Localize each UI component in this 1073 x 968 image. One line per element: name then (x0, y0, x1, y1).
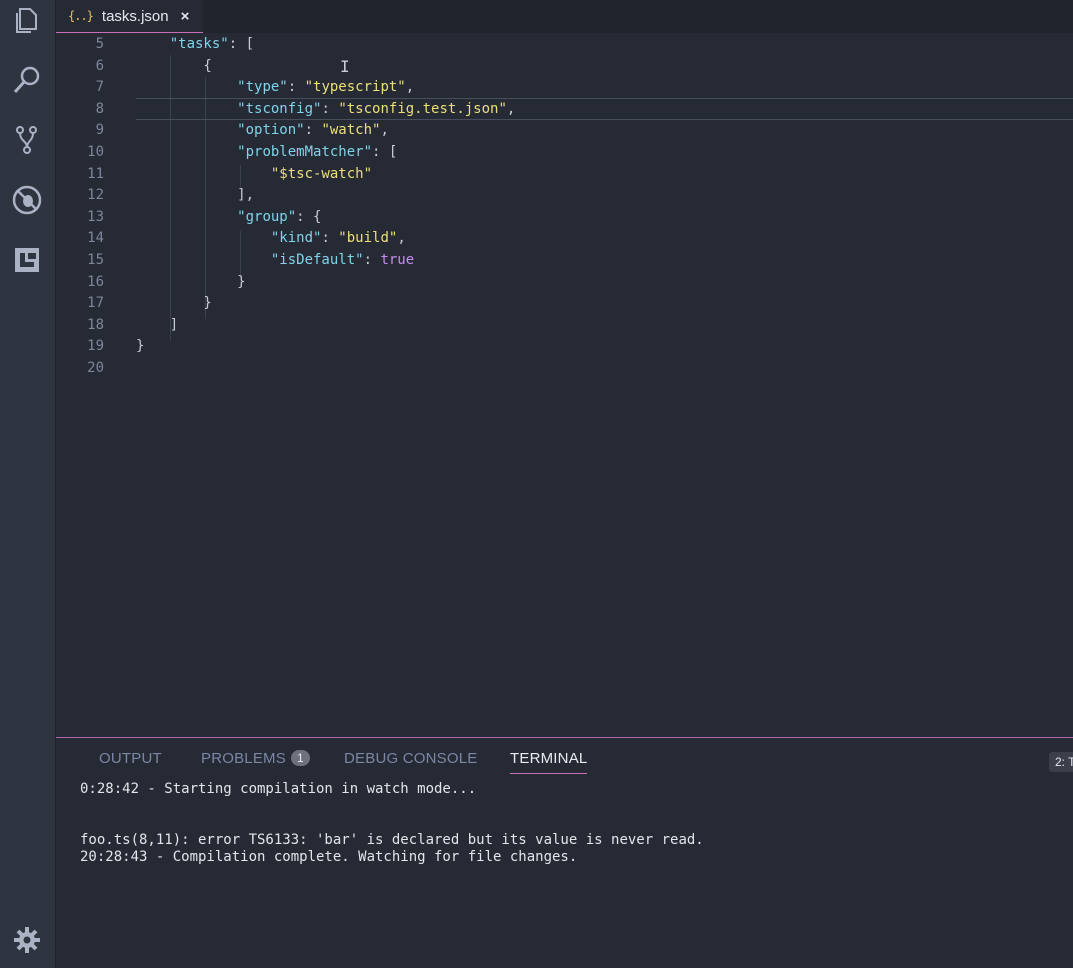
json-file-icon: {..} (68, 9, 94, 23)
line-number: 12 (87, 187, 104, 204)
code-line[interactable]: 6 { (56, 55, 1073, 77)
tab-output-label: OUTPUT (99, 750, 162, 767)
code-text: "$tsc-watch" (270, 165, 373, 182)
line-number: 14 (87, 230, 104, 247)
code-text: ], (136, 187, 255, 204)
line-number: 17 (87, 295, 104, 312)
code-line[interactable]: 7 "type": "typescript", (56, 76, 1073, 98)
line-number: 20 (87, 360, 104, 376)
code-text: } (136, 338, 145, 355)
line-number: 19 (87, 338, 104, 355)
bottom-panel: OUTPUT PROBLEMS 1 DEBUG CONSOLE TERMINAL … (56, 737, 1073, 968)
activity-bar (0, 0, 56, 968)
close-icon[interactable]: × (181, 8, 190, 25)
code-text: } (136, 273, 246, 290)
line-number: 10 (87, 144, 104, 160)
line-number: 8 (95, 100, 104, 117)
terminal-line: foo.ts(8,11): error TS6133: 'bar' is dec… (80, 832, 704, 848)
code-line[interactable]: 18 ] (56, 314, 1073, 336)
terminal-line: 0:28:42 - Starting compilation in watch … (80, 781, 477, 797)
code-line[interactable]: 20 (56, 357, 1073, 379)
tab-terminal-label: TERMINAL (510, 750, 588, 767)
code-line[interactable]: 17 } (56, 292, 1073, 314)
code-text: "tsconfig": "tsconfig.test.json", (237, 100, 516, 117)
code-text: } (136, 295, 212, 312)
line-number: 9 (95, 122, 104, 139)
code-text: "option": "watch", (237, 122, 389, 139)
line-number: 15 (87, 252, 104, 268)
code-text: "type": "typescript", (237, 79, 415, 96)
tab-debug-console[interactable]: DEBUG CONSOLE (344, 750, 477, 767)
gear-icon[interactable] (10, 923, 44, 957)
tab-problems[interactable]: PROBLEMS 1 (201, 750, 310, 767)
editor-tab-strip: {..} tasks.json × (56, 0, 1073, 33)
line-number: 6 (95, 57, 104, 74)
terminal-select-dropdown[interactable]: 2: T (1049, 752, 1073, 772)
tab-debug-console-label: DEBUG CONSOLE (344, 750, 478, 767)
problems-count-badge: 1 (290, 750, 310, 766)
code-line[interactable]: 16 } (56, 271, 1073, 293)
line-number: 7 (95, 79, 104, 96)
extensions-icon[interactable] (10, 243, 44, 277)
code-text: "kind": "build", (270, 230, 406, 247)
code-line[interactable]: 13 "group": { (56, 206, 1073, 228)
code-text: "tasks": [ (169, 36, 255, 52)
line-number: 18 (87, 316, 104, 333)
source-control-icon[interactable] (10, 123, 44, 157)
code-line[interactable]: 12 ], (56, 184, 1073, 206)
code-editor[interactable]: I 5 "tasks": [6 {7 "type": "typescript",… (56, 33, 1073, 737)
tab-problems-label: PROBLEMS (201, 750, 286, 767)
tab-output[interactable]: OUTPUT (99, 750, 162, 767)
tab-tasks-json[interactable]: {..} tasks.json × (56, 0, 203, 33)
tab-label: tasks.json (101, 7, 169, 25)
code-text: ] (136, 316, 179, 333)
code-line[interactable]: 9 "option": "watch", (56, 119, 1073, 141)
line-number: 16 (87, 273, 104, 290)
tab-terminal[interactable]: TERMINAL (510, 750, 588, 774)
code-line[interactable]: 10 "problemMatcher": [ (56, 141, 1073, 163)
code-text: { (136, 57, 212, 74)
line-number: 13 (87, 208, 104, 225)
code-line[interactable]: 15 "isDefault": true (56, 249, 1073, 271)
search-icon[interactable] (10, 63, 44, 97)
code-text: "problemMatcher": [ (237, 144, 398, 160)
line-number: 11 (87, 165, 104, 182)
code-line[interactable]: 19} (56, 335, 1073, 357)
code-line[interactable]: 5 "tasks": [ (56, 33, 1073, 55)
debug-icon[interactable] (10, 183, 44, 217)
code-line[interactable]: 8 "tsconfig": "tsconfig.test.json", (96, 97, 1073, 120)
explorer-icon[interactable] (10, 3, 44, 37)
code-text: "group": { (237, 208, 322, 225)
code-line[interactable]: 14 "kind": "build", (56, 227, 1073, 249)
line-number: 5 (95, 36, 104, 52)
terminal-line: 20:28:43 - Compilation complete. Watchin… (80, 849, 578, 865)
code-text: "isDefault": true (270, 252, 415, 268)
code-line[interactable]: 11 "$tsc-watch" (56, 163, 1073, 185)
